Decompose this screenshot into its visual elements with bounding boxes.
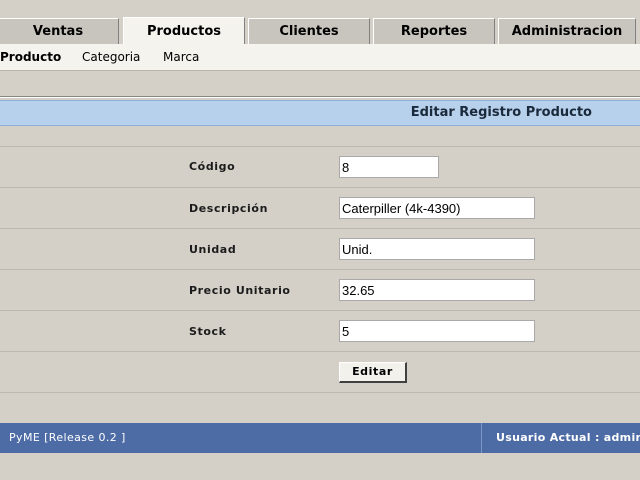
row-divider <box>0 146 640 147</box>
subnav-marca[interactable]: Marca <box>163 44 199 71</box>
row-divider <box>0 228 640 229</box>
field-label-precio-unitario: Precio Unitario <box>189 284 291 297</box>
form-header: Editar Registro Producto <box>0 100 640 126</box>
row-divider <box>0 351 640 352</box>
current-user-label: Usuario Actual : admin [ <box>496 431 640 444</box>
tab-administracion[interactable]: Administracion <box>498 18 636 44</box>
descripcion-field[interactable] <box>339 197 535 219</box>
tab-reportes[interactable]: Reportes <box>373 18 495 44</box>
divider <box>0 97 640 98</box>
subnav-categoria[interactable]: Categoria <box>82 44 140 71</box>
footer-divider <box>481 423 482 453</box>
codigo-field[interactable] <box>339 156 439 178</box>
editar-button[interactable]: Editar <box>339 362 407 383</box>
main-tab-bar: Ventas Productos Clientes Reportes Admin… <box>0 0 640 45</box>
field-label-stock: Stock <box>189 325 227 338</box>
stock-field[interactable] <box>339 320 535 342</box>
app-release-label: PyME [Release 0.2 ] <box>9 431 126 444</box>
form-title: Editar Registro Producto <box>410 105 592 120</box>
tab-clientes[interactable]: Clientes <box>248 18 370 44</box>
row-divider <box>0 310 640 311</box>
row-divider <box>0 187 640 188</box>
precio-unitario-field[interactable] <box>339 279 535 301</box>
subnav-producto[interactable]: Producto <box>0 44 61 71</box>
sub-navigation: Producto Categoria Marca <box>0 44 640 71</box>
status-footer: PyME [Release 0.2 ] Usuario Actual : adm… <box>0 423 640 453</box>
field-label-codigo: Código <box>189 160 236 173</box>
tab-productos[interactable]: Productos <box>123 17 245 45</box>
unidad-field[interactable] <box>339 238 535 260</box>
row-divider <box>0 269 640 270</box>
row-divider <box>0 392 640 393</box>
field-label-descripcion: Descripción <box>189 202 269 215</box>
tab-ventas[interactable]: Ventas <box>0 18 119 44</box>
field-label-unidad: Unidad <box>189 243 237 256</box>
